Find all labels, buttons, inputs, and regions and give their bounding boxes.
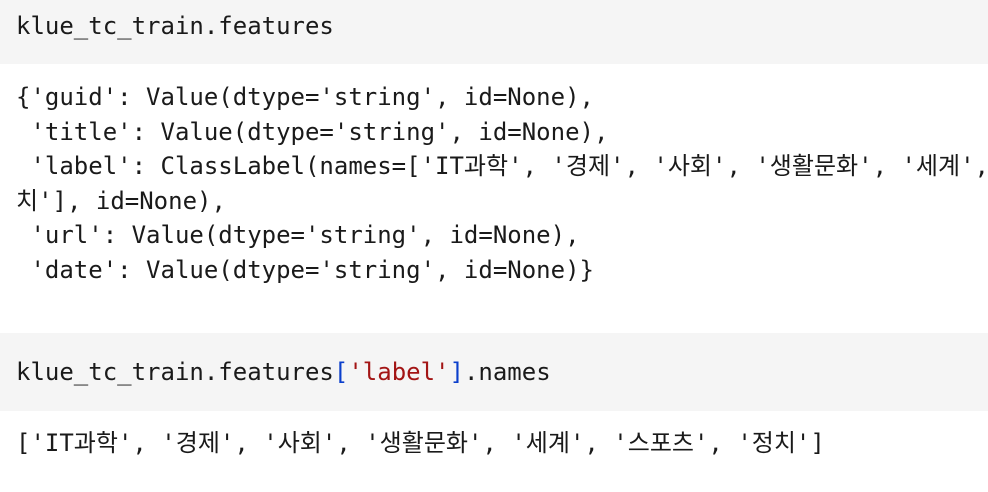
- code-cell-2-output: ['IT과학', '경제', '사회', '생활문화', '세계', '스포츠'…: [0, 411, 988, 492]
- bracket-close: ]: [449, 358, 464, 386]
- string-literal: 'label': [348, 358, 450, 386]
- output-line-3: 'label': ClassLabel(names=['IT과학', '경제',…: [30, 152, 988, 180]
- output-line-4: 치'], id=None),: [16, 186, 226, 215]
- code-prefix: klue_tc_train.features: [16, 358, 334, 386]
- output-line-1: {'guid': Value(dtype='string', id=None),: [16, 83, 594, 111]
- output-line-6: 'date': Value(dtype='string', id=None)}: [16, 255, 594, 284]
- output-line-1: ['IT과학', '경제', '사회', '생활문화', '세계', '스포츠'…: [16, 429, 825, 457]
- code-cell-1-input[interactable]: klue_tc_train.features: [0, 0, 988, 64]
- code-suffix: .names: [463, 358, 551, 386]
- output-line-2: 'title': Value(dtype='string', id=None),: [16, 117, 609, 146]
- output-line-5: 'url': Value(dtype='string', id=None),: [16, 221, 580, 249]
- code-line: klue_tc_train.features['label'].names: [16, 355, 988, 390]
- code-cell-1-output: {'guid': Value(dtype='string', id=None),…: [0, 64, 988, 333]
- code-line: klue_tc_train.features: [16, 12, 334, 40]
- code-cell-2-input[interactable]: klue_tc_train.features['label'].names: [0, 333, 988, 411]
- bracket-open: [: [333, 358, 349, 386]
